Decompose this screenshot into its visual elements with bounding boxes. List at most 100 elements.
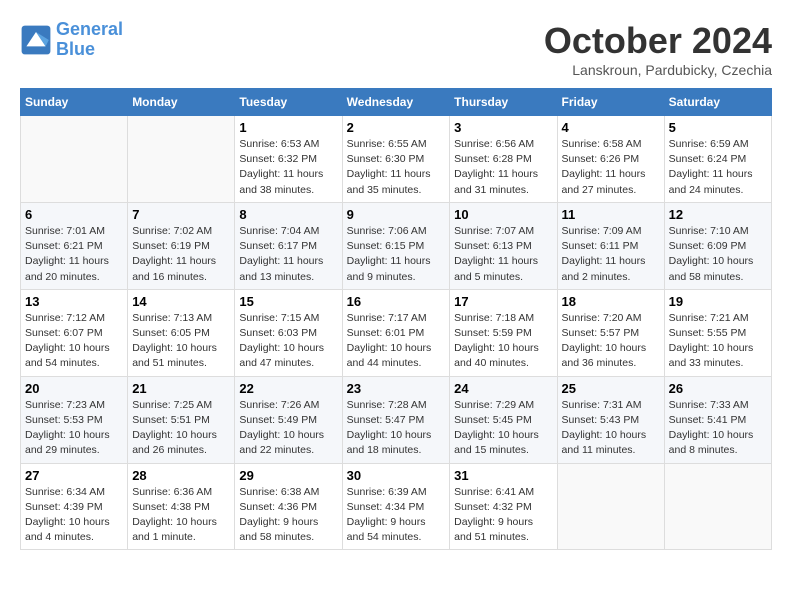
day-info: Sunrise: 7:17 AM Sunset: 6:01 PM Dayligh… [347,311,446,372]
calendar-cell: 5 Sunrise: 6:59 AM Sunset: 6:24 PM Daylig… [664,116,771,203]
day-number: 14 [132,294,230,309]
calendar-week-1: 1 Sunrise: 6:53 AM Sunset: 6:32 PM Daylig… [21,116,772,203]
day-info: Sunrise: 7:29 AM Sunset: 5:45 PM Dayligh… [454,398,552,459]
col-saturday: Saturday [664,89,771,116]
logo-line1: General [56,19,123,39]
calendar-cell: 23 Sunrise: 7:28 AM Sunset: 5:47 PM Dayli… [342,376,450,463]
calendar-cell: 9Sunrise: 7:06 AM Sunset: 6:15 PM Daylig… [342,202,450,289]
day-number: 3 [454,120,552,135]
day-info: Sunrise: 7:15 AM Sunset: 6:03 PM Dayligh… [239,311,337,372]
calendar-cell [21,116,128,203]
logo: General Blue [20,20,123,60]
day-number: 16 [347,294,446,309]
day-number: 13 [25,294,123,309]
day-number: 30 [347,468,446,483]
day-number: 7 [132,207,230,222]
calendar-cell: 10 Sunrise: 7:07 AM Sunset: 6:13 PM Dayli… [450,202,557,289]
day-number: 12 [669,207,767,222]
day-info: Sunrise: 7:07 AM Sunset: 6:13 PM Dayligh… [454,224,552,285]
day-info: Sunrise: 7:06 AM Sunset: 6:15 PM Dayligh… [347,224,446,285]
header-row: Sunday Monday Tuesday Wednesday Thursday… [21,89,772,116]
calendar-cell: 30Sunrise: 6:39 AM Sunset: 4:34 PM Dayli… [342,463,450,550]
calendar-cell: 18Sunrise: 7:20 AM Sunset: 5:57 PM Dayli… [557,289,664,376]
page-header: General Blue October 2024 Lanskroun, Par… [20,20,772,78]
day-number: 20 [25,381,123,396]
day-number: 23 [347,381,446,396]
day-number: 29 [239,468,337,483]
month-title: October 2024 [544,20,772,62]
calendar-cell: 28 Sunrise: 6:36 AM Sunset: 4:38 PM Dayli… [128,463,235,550]
day-info: Sunrise: 6:34 AM Sunset: 4:39 PM Dayligh… [25,485,123,546]
calendar-header: Sunday Monday Tuesday Wednesday Thursday… [21,89,772,116]
calendar-cell: 12 Sunrise: 7:10 AM Sunset: 6:09 PM Dayli… [664,202,771,289]
calendar-cell [557,463,664,550]
calendar-week-5: 27 Sunrise: 6:34 AM Sunset: 4:39 PM Dayli… [21,463,772,550]
day-number: 4 [562,120,660,135]
day-number: 31 [454,468,552,483]
calendar-cell: 13 Sunrise: 7:12 AM Sunset: 6:07 PM Dayli… [21,289,128,376]
day-info: Sunrise: 7:21 AM Sunset: 5:55 PM Dayligh… [669,311,767,372]
calendar-cell: 4 Sunrise: 6:58 AM Sunset: 6:26 PM Daylig… [557,116,664,203]
calendar-cell: 8 Sunrise: 7:04 AM Sunset: 6:17 PM Daylig… [235,202,342,289]
day-info: Sunrise: 6:55 AM Sunset: 6:30 PM Dayligh… [347,137,446,198]
day-info: Sunrise: 6:38 AM Sunset: 4:36 PM Dayligh… [239,485,337,546]
calendar-cell: 21Sunrise: 7:25 AM Sunset: 5:51 PM Dayli… [128,376,235,463]
logo-text: General Blue [56,20,123,60]
day-info: Sunrise: 7:26 AM Sunset: 5:49 PM Dayligh… [239,398,337,459]
day-number: 8 [239,207,337,222]
calendar-cell: 25Sunrise: 7:31 AM Sunset: 5:43 PM Dayli… [557,376,664,463]
day-info: Sunrise: 7:18 AM Sunset: 5:59 PM Dayligh… [454,311,552,372]
day-info: Sunrise: 7:33 AM Sunset: 5:41 PM Dayligh… [669,398,767,459]
day-number: 1 [239,120,337,135]
logo-line2: Blue [56,39,95,59]
calendar-week-2: 6Sunrise: 7:01 AM Sunset: 6:21 PM Daylig… [21,202,772,289]
day-info: Sunrise: 6:53 AM Sunset: 6:32 PM Dayligh… [239,137,337,198]
calendar-cell: 27 Sunrise: 6:34 AM Sunset: 4:39 PM Dayli… [21,463,128,550]
day-number: 15 [239,294,337,309]
day-info: Sunrise: 7:02 AM Sunset: 6:19 PM Dayligh… [132,224,230,285]
day-number: 21 [132,381,230,396]
col-tuesday: Tuesday [235,89,342,116]
calendar-cell: 29 Sunrise: 6:38 AM Sunset: 4:36 PM Dayli… [235,463,342,550]
day-info: Sunrise: 7:04 AM Sunset: 6:17 PM Dayligh… [239,224,337,285]
calendar-cell: 3Sunrise: 6:56 AM Sunset: 6:28 PM Daylig… [450,116,557,203]
day-info: Sunrise: 7:09 AM Sunset: 6:11 PM Dayligh… [562,224,660,285]
day-info: Sunrise: 7:12 AM Sunset: 6:07 PM Dayligh… [25,311,123,372]
day-number: 24 [454,381,552,396]
day-info: Sunrise: 7:20 AM Sunset: 5:57 PM Dayligh… [562,311,660,372]
day-info: Sunrise: 6:58 AM Sunset: 6:26 PM Dayligh… [562,137,660,198]
day-info: Sunrise: 6:36 AM Sunset: 4:38 PM Dayligh… [132,485,230,546]
calendar-cell: 2 Sunrise: 6:55 AM Sunset: 6:30 PM Daylig… [342,116,450,203]
day-number: 2 [347,120,446,135]
calendar-cell: 1 Sunrise: 6:53 AM Sunset: 6:32 PM Daylig… [235,116,342,203]
day-number: 27 [25,468,123,483]
calendar-cell: 26Sunrise: 7:33 AM Sunset: 5:41 PM Dayli… [664,376,771,463]
day-info: Sunrise: 6:59 AM Sunset: 6:24 PM Dayligh… [669,137,767,198]
calendar-cell [128,116,235,203]
day-number: 28 [132,468,230,483]
title-block: October 2024 Lanskroun, Pardubicky, Czec… [544,20,772,78]
calendar-cell: 24 Sunrise: 7:29 AM Sunset: 5:45 PM Dayli… [450,376,557,463]
col-wednesday: Wednesday [342,89,450,116]
logo-icon [20,24,52,56]
day-number: 11 [562,207,660,222]
day-number: 10 [454,207,552,222]
day-info: Sunrise: 7:28 AM Sunset: 5:47 PM Dayligh… [347,398,446,459]
day-number: 17 [454,294,552,309]
calendar-cell: 16 Sunrise: 7:17 AM Sunset: 6:01 PM Dayli… [342,289,450,376]
day-number: 6 [25,207,123,222]
calendar-week-4: 20Sunrise: 7:23 AM Sunset: 5:53 PM Dayli… [21,376,772,463]
calendar-cell: 20Sunrise: 7:23 AM Sunset: 5:53 PM Dayli… [21,376,128,463]
day-number: 22 [239,381,337,396]
calendar-cell: 6Sunrise: 7:01 AM Sunset: 6:21 PM Daylig… [21,202,128,289]
calendar-cell: 31 Sunrise: 6:41 AM Sunset: 4:32 PM Dayli… [450,463,557,550]
calendar-cell: 11 Sunrise: 7:09 AM Sunset: 6:11 PM Dayli… [557,202,664,289]
col-sunday: Sunday [21,89,128,116]
calendar-cell: 22 Sunrise: 7:26 AM Sunset: 5:49 PM Dayli… [235,376,342,463]
calendar-cell [664,463,771,550]
calendar-cell: 15 Sunrise: 7:15 AM Sunset: 6:03 PM Dayli… [235,289,342,376]
col-monday: Monday [128,89,235,116]
day-number: 5 [669,120,767,135]
day-info: Sunrise: 6:41 AM Sunset: 4:32 PM Dayligh… [454,485,552,546]
day-info: Sunrise: 7:10 AM Sunset: 6:09 PM Dayligh… [669,224,767,285]
